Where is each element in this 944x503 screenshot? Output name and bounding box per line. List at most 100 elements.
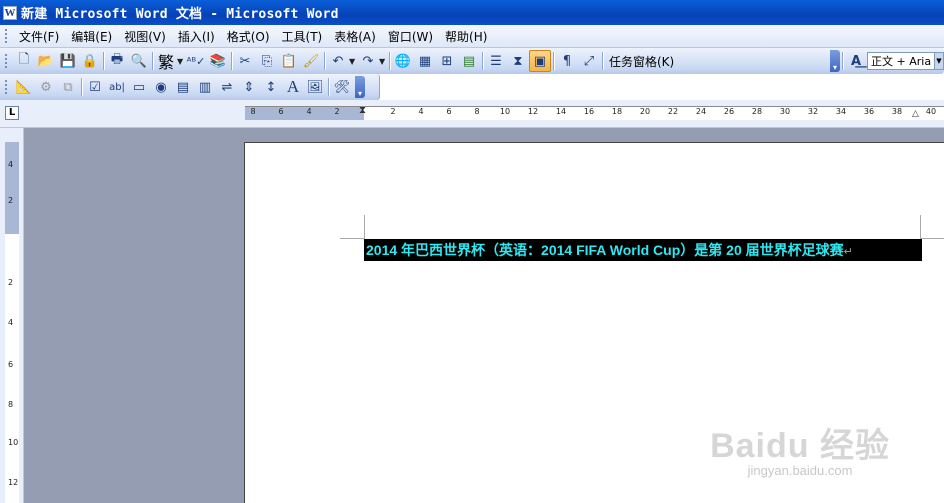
hyperlink-icon[interactable]: 🌐 bbox=[392, 50, 414, 72]
combobox-control-icon[interactable]: ▥ bbox=[194, 76, 216, 98]
document-text[interactable]: 2014 年巴西世界杯（英语：2014 FIFA World Cup）是第 20… bbox=[366, 242, 844, 258]
standard-toolbar: 🗋 📂 💾 🔒 🖶 🔍 繁 ▼ ᴬᴮ✓ 📚 ✂ ⎘ 📋 🖌 ↶ ▼ ↷ ▼ 🌐 … bbox=[0, 48, 944, 74]
image-control-icon[interactable]: 🖼 bbox=[304, 76, 326, 98]
spin-button-control-icon[interactable]: ⇕ bbox=[238, 76, 260, 98]
command-button-control-icon[interactable]: ▭ bbox=[128, 76, 150, 98]
vertical-ruler[interactable]: 4 2 2 4 6 8 10 12 bbox=[0, 128, 24, 503]
ruler-number: 18 bbox=[611, 107, 623, 116]
toolbar-options-icon[interactable]: ▾ bbox=[830, 50, 840, 72]
selected-text-line[interactable]: 2014 年巴西世界杯（英语：2014 FIFA World Cup）是第 20… bbox=[364, 239, 922, 261]
ruler-number: 28 bbox=[751, 107, 763, 116]
columns-icon[interactable]: ☰ bbox=[485, 50, 507, 72]
design-mode-icon[interactable]: 📐 bbox=[13, 76, 35, 98]
cut-icon[interactable]: ✂ bbox=[234, 50, 256, 72]
toggle-button-control-icon[interactable]: ⇌ bbox=[216, 76, 238, 98]
title-bar[interactable]: W 新建 Microsoft Word 文档 - Microsoft Word bbox=[0, 0, 944, 25]
document-map-icon[interactable]: ▣ bbox=[529, 50, 551, 72]
window-title: 新建 Microsoft Word 文档 - Microsoft Word bbox=[21, 7, 339, 22]
task-pane-button[interactable]: 任务窗格(K) bbox=[605, 53, 678, 70]
right-indent-icon[interactable]: △ bbox=[912, 109, 919, 119]
menu-table[interactable]: 表格(A) bbox=[328, 27, 382, 46]
tab-stop-selector[interactable]: L bbox=[5, 106, 19, 120]
ruler-number: 4 bbox=[8, 160, 14, 169]
ruler-number: 36 bbox=[863, 107, 875, 116]
spelling-grammar-icon[interactable]: ᴬᴮ✓ bbox=[185, 50, 207, 72]
chevron-down-icon[interactable]: ▼ bbox=[935, 52, 944, 70]
copy-icon[interactable]: ⎘ bbox=[256, 50, 278, 72]
new-document-icon[interactable]: 🗋 bbox=[13, 50, 35, 72]
insert-excel-icon[interactable]: ▤ bbox=[458, 50, 480, 72]
undo-icon[interactable]: ↶ bbox=[327, 50, 349, 72]
forms-toolbar: 📐 ⚙ ⧉ ☑ ab| ▭ ◉ ▤ ▥ ⇌ ⇕ ↕ A 🖼 🛠 ▾ bbox=[0, 74, 380, 100]
checkbox-control-icon[interactable]: ☑ bbox=[84, 76, 106, 98]
menu-insert[interactable]: 插入(I) bbox=[172, 27, 221, 46]
separator bbox=[324, 52, 325, 70]
separator bbox=[152, 52, 153, 70]
ruler-number: 12 bbox=[8, 478, 19, 487]
drawing-icon[interactable]: ⧗ bbox=[507, 50, 529, 72]
open-folder-icon[interactable]: 📂 bbox=[35, 50, 57, 72]
ruler-number: 4 bbox=[418, 107, 424, 116]
scrollbar-control-icon[interactable]: ↕ bbox=[260, 76, 282, 98]
ruler-number: 2 bbox=[390, 107, 396, 116]
toolbar-options-icon[interactable]: ▾ bbox=[355, 76, 365, 98]
word-app-icon[interactable]: W bbox=[3, 5, 17, 20]
chevron-down-icon[interactable]: ▼ bbox=[177, 57, 185, 66]
print-preview-icon[interactable]: 🔍 bbox=[128, 50, 150, 72]
ruler-number: 6 bbox=[446, 107, 452, 116]
toolbar-grip-icon[interactable] bbox=[4, 53, 8, 69]
horizontal-ruler-scale[interactable]: 8 6 4 2 2 4 6 8 10 12 14 16 18 20 22 24 … bbox=[245, 106, 944, 120]
chevron-down-icon[interactable]: ▼ bbox=[379, 57, 387, 66]
paste-icon[interactable]: 📋 bbox=[278, 50, 300, 72]
view-code-icon[interactable]: ⧉ bbox=[57, 76, 79, 98]
tables-borders-icon[interactable]: ▦ bbox=[414, 50, 436, 72]
redo-icon[interactable]: ↷ bbox=[357, 50, 379, 72]
ruler-number: 8 bbox=[8, 400, 14, 409]
chevron-down-icon[interactable]: ▼ bbox=[349, 57, 357, 66]
more-controls-icon[interactable]: 🛠 bbox=[331, 76, 353, 98]
print-icon[interactable]: 🖶 bbox=[106, 50, 128, 72]
insert-table-icon[interactable]: ⊞ bbox=[436, 50, 458, 72]
style-select[interactable]: 正文 + Aria bbox=[867, 52, 935, 70]
option-button-control-icon[interactable]: ◉ bbox=[150, 76, 172, 98]
menu-view[interactable]: 视图(V) bbox=[118, 27, 172, 46]
ruler-number: 14 bbox=[555, 107, 567, 116]
show-hide-icon[interactable]: ¶ bbox=[556, 50, 578, 72]
baidu-watermark: Baidu 经验 jingyan.baidu.com bbox=[710, 418, 890, 478]
ruler-number: 4 bbox=[306, 107, 312, 116]
listbox-control-icon[interactable]: ▤ bbox=[172, 76, 194, 98]
menu-tools[interactable]: 工具(T) bbox=[276, 27, 329, 46]
ruler-number: 16 bbox=[583, 107, 595, 116]
research-icon[interactable]: 📚 bbox=[207, 50, 229, 72]
ruler-number: 24 bbox=[695, 107, 707, 116]
ruler-number: 2 bbox=[334, 107, 340, 116]
ruler-number: 12 bbox=[527, 107, 539, 116]
toolbar-grip-icon[interactable] bbox=[4, 79, 8, 95]
zoom-icon[interactable]: ⤢ bbox=[578, 50, 600, 72]
separator bbox=[553, 52, 554, 70]
menu-grip-icon[interactable] bbox=[4, 28, 8, 44]
menu-bar: 文件(F) 编辑(E) 视图(V) 插入(I) 格式(O) 工具(T) 表格(A… bbox=[0, 25, 944, 48]
menu-help[interactable]: 帮助(H) bbox=[439, 27, 493, 46]
menu-format[interactable]: 格式(O) bbox=[221, 27, 276, 46]
permission-icon[interactable]: 🔒 bbox=[79, 50, 101, 72]
menu-edit[interactable]: 编辑(E) bbox=[65, 27, 118, 46]
traditional-chinese-icon[interactable]: 繁 bbox=[155, 50, 177, 72]
menu-file[interactable]: 文件(F) bbox=[13, 27, 65, 46]
textbox-control-icon[interactable]: ab| bbox=[106, 76, 128, 98]
separator bbox=[389, 52, 390, 70]
properties-icon[interactable]: ⚙ bbox=[35, 76, 57, 98]
ruler-number: 4 bbox=[8, 318, 14, 327]
first-line-indent-icon[interactable]: ⧗ bbox=[359, 105, 366, 116]
save-icon[interactable]: 💾 bbox=[57, 50, 79, 72]
format-painter-icon[interactable]: 🖌 bbox=[300, 50, 322, 72]
ruler-number: 6 bbox=[8, 360, 14, 369]
margin-corner-mark bbox=[364, 215, 365, 239]
ruler-number: 22 bbox=[667, 107, 679, 116]
menu-window[interactable]: 窗口(W) bbox=[382, 27, 439, 46]
margin-corner-mark bbox=[920, 215, 921, 239]
styles-formatting-icon[interactable]: A͟ bbox=[845, 50, 867, 72]
ruler-number: 34 bbox=[835, 107, 847, 116]
label-control-icon[interactable]: A bbox=[282, 76, 304, 98]
ruler-number: 38 bbox=[891, 107, 903, 116]
